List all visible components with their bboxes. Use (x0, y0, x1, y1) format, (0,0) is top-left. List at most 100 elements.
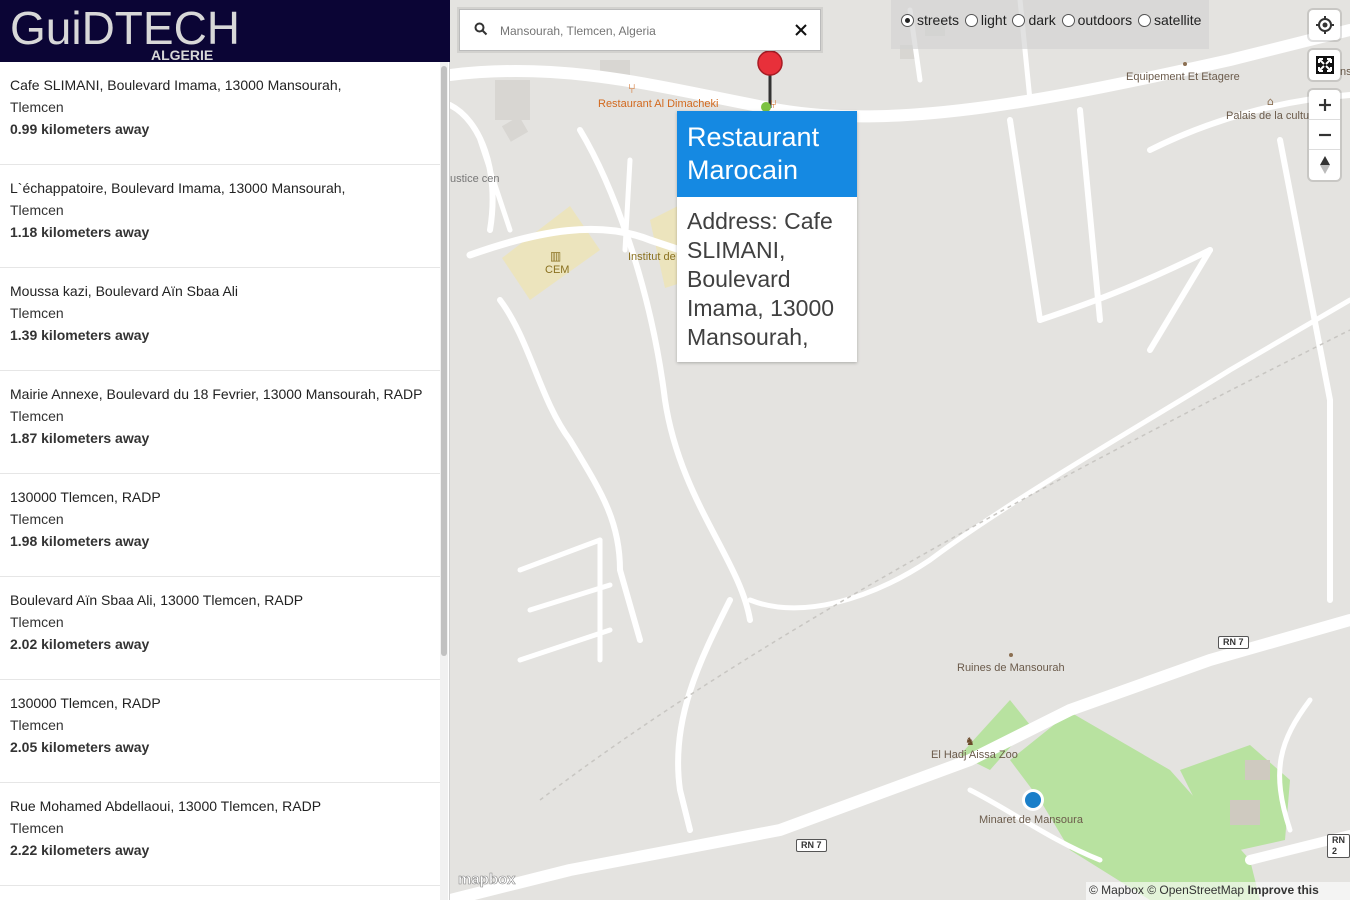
map-label-cem[interactable]: CEM (545, 264, 569, 276)
result-item[interactable]: Cafe SLIMANI, Boulevard Imama, 13000 Man… (0, 62, 448, 165)
map-label-restaurant[interactable]: Restaurant Al Dimacheki (598, 97, 718, 111)
map-canvas[interactable]: ⑂ ⑂ ▥ ⌂ ♞ Restaurant Al Dimacheki CEM In… (450, 0, 1350, 900)
result-item[interactable]: Mairie Annexe, Boulevard du 18 Fevrier, … (0, 371, 448, 474)
building (495, 80, 530, 120)
map-label-ruines[interactable]: Ruines de Mansourah (957, 662, 1065, 674)
result-item[interactable]: L`échappatoire, Boulevard Imama, 13000 M… (0, 165, 448, 268)
map-label-justice[interactable]: ustice cen (450, 172, 500, 186)
result-address: 130000 Tlemcen, RADP (10, 489, 161, 505)
result-item[interactable]: 130000 Tlemcen, RADP Tlemcen 2.05 kilome… (0, 680, 448, 783)
result-distance: 1.39 kilometers away (10, 327, 150, 343)
road (517, 537, 603, 573)
brand-logo[interactable]: GuiDTECH ALGERIE (0, 0, 240, 62)
poi-dot (1009, 653, 1013, 657)
result-city: Tlemcen (10, 820, 64, 836)
result-item[interactable]: Moussa kazi, Boulevard Aïn Sbaa Ali Tlem… (0, 268, 448, 371)
style-option-streets[interactable]: streets (901, 12, 959, 28)
result-city: Tlemcen (10, 614, 64, 630)
road-shield-rn2: RN 2 (1327, 834, 1350, 858)
search-icon (474, 22, 488, 36)
building (501, 116, 529, 142)
logo-bar: GuiDTECH ALGERIE (0, 0, 450, 62)
result-address: Moussa kazi, Boulevard Aïn Sbaa Ali (10, 283, 239, 299)
user-location-dot-inner (1025, 792, 1041, 808)
map-label-ns[interactable]: ns (1340, 66, 1350, 78)
popup-title: Restaurant Marocain (677, 111, 857, 197)
navigation-control (1309, 90, 1340, 180)
map-label-minaret[interactable]: Minaret de Mansoura (979, 814, 1083, 826)
radio-icon[interactable] (964, 13, 978, 27)
close-icon[interactable] (792, 21, 810, 39)
result-city: Tlemcen (10, 511, 64, 527)
style-option-label: light (980, 12, 1007, 28)
road (517, 627, 613, 663)
result-address: 130000 Tlemcen, RADP (10, 695, 161, 711)
map-attribution: © Mapbox © OpenStreetMap Improve this ma… (1086, 882, 1350, 900)
result-city: Tlemcen (10, 202, 64, 218)
result-address: Cafe SLIMANI, Boulevard Imama, 13000 Man… (10, 77, 342, 93)
style-option-label: outdoors (1077, 12, 1133, 28)
mapbox-logo[interactable]: mapbox (458, 871, 516, 889)
zoo-icon: ♞ (965, 735, 975, 748)
compass-button[interactable] (1309, 150, 1340, 180)
result-item[interactable]: Rue Mohamed Abdellaoui, 13000 Tlemcen, R… (0, 783, 448, 886)
attribution-osm-link[interactable]: © OpenStreetMap (1147, 883, 1244, 897)
geolocate-button[interactable] (1309, 10, 1340, 40)
road-shield-rn7: RN 7 (796, 839, 827, 852)
road (1277, 697, 1313, 833)
fullscreen-icon (1315, 56, 1334, 74)
road (450, 102, 496, 233)
result-city: Tlemcen (10, 717, 64, 733)
place-popup[interactable]: Restaurant Marocain Address: Cafe SLIMAN… (677, 111, 857, 362)
map-label-institut[interactable]: Institut de des i (628, 250, 702, 264)
style-option-dark[interactable]: dark (1012, 12, 1056, 28)
app-root: GuiDTECH ALGERIE Cafe SLIMANI, Boulevard… (0, 0, 1350, 900)
result-city: Tlemcen (10, 305, 64, 321)
style-option-light[interactable]: light (964, 12, 1007, 28)
result-city: Tlemcen (10, 99, 64, 115)
result-address: L`échappatoire, Boulevard Imama, 13000 M… (10, 180, 346, 196)
restaurant-fork-icon: ⑂ (770, 97, 777, 111)
style-option-label: dark (1028, 12, 1056, 28)
style-option-label: streets (917, 12, 960, 28)
result-address: Rue Mohamed Abdellaoui, 13000 Tlemcen, R… (10, 798, 322, 814)
school-icon: ▥ (550, 249, 561, 263)
result-item[interactable]: 130000 Tlemcen, RADP Tlemcen 1.98 kilome… (0, 474, 448, 577)
attribution-mapbox-link[interactable]: © Mapbox (1089, 883, 1144, 897)
result-distance: 1.87 kilometers away (10, 430, 150, 446)
minus-icon (1318, 133, 1331, 136)
style-option-satellite[interactable]: satellite (1137, 12, 1202, 28)
fullscreen-control (1309, 50, 1340, 80)
radio-icon[interactable] (1012, 13, 1026, 27)
result-city: Tlemcen (10, 408, 64, 424)
zoom-out-button[interactable] (1309, 120, 1340, 150)
map-label-equipement[interactable]: Equipement Et Etagere (1126, 71, 1240, 83)
style-option-outdoors[interactable]: outdoors (1061, 12, 1133, 28)
search-input[interactable] (500, 22, 780, 40)
radio-icon[interactable] (1061, 13, 1075, 27)
results-list: Cafe SLIMANI, Boulevard Imama, 13000 Man… (0, 62, 448, 900)
result-address: Mairie Annexe, Boulevard du 18 Fevrier, … (10, 386, 423, 402)
road (1277, 137, 1333, 603)
map-label-palais[interactable]: Palais de la cultu (1226, 110, 1309, 122)
geocoder-search-box[interactable] (459, 9, 821, 51)
result-distance: 1.98 kilometers away (10, 533, 150, 549)
poi-dot (1183, 62, 1187, 66)
location-pin (757, 50, 783, 76)
building (1245, 760, 1270, 780)
result-item[interactable]: Boulevard Aïn Sbaa Ali, 13000 Tlemcen, R… (0, 577, 448, 680)
result-distance: 2.02 kilometers away (10, 636, 150, 652)
results-scrollbar-thumb[interactable] (441, 66, 447, 656)
radio-icon[interactable] (1137, 13, 1151, 27)
fullscreen-button[interactable] (1309, 50, 1340, 80)
sidebar: GuiDTECH ALGERIE Cafe SLIMANI, Boulevard… (0, 0, 450, 900)
road (1077, 107, 1103, 323)
style-option-label: satellite (1153, 12, 1202, 28)
museum-icon: ⌂ (1267, 95, 1274, 108)
map-label-zoo[interactable]: El Hadj Aissa Zoo (931, 749, 1018, 761)
zoom-in-button[interactable] (1309, 90, 1340, 120)
radio-icon[interactable] (901, 13, 914, 27)
road (1037, 247, 1213, 323)
road (477, 137, 513, 233)
geolocate-control (1309, 10, 1340, 40)
